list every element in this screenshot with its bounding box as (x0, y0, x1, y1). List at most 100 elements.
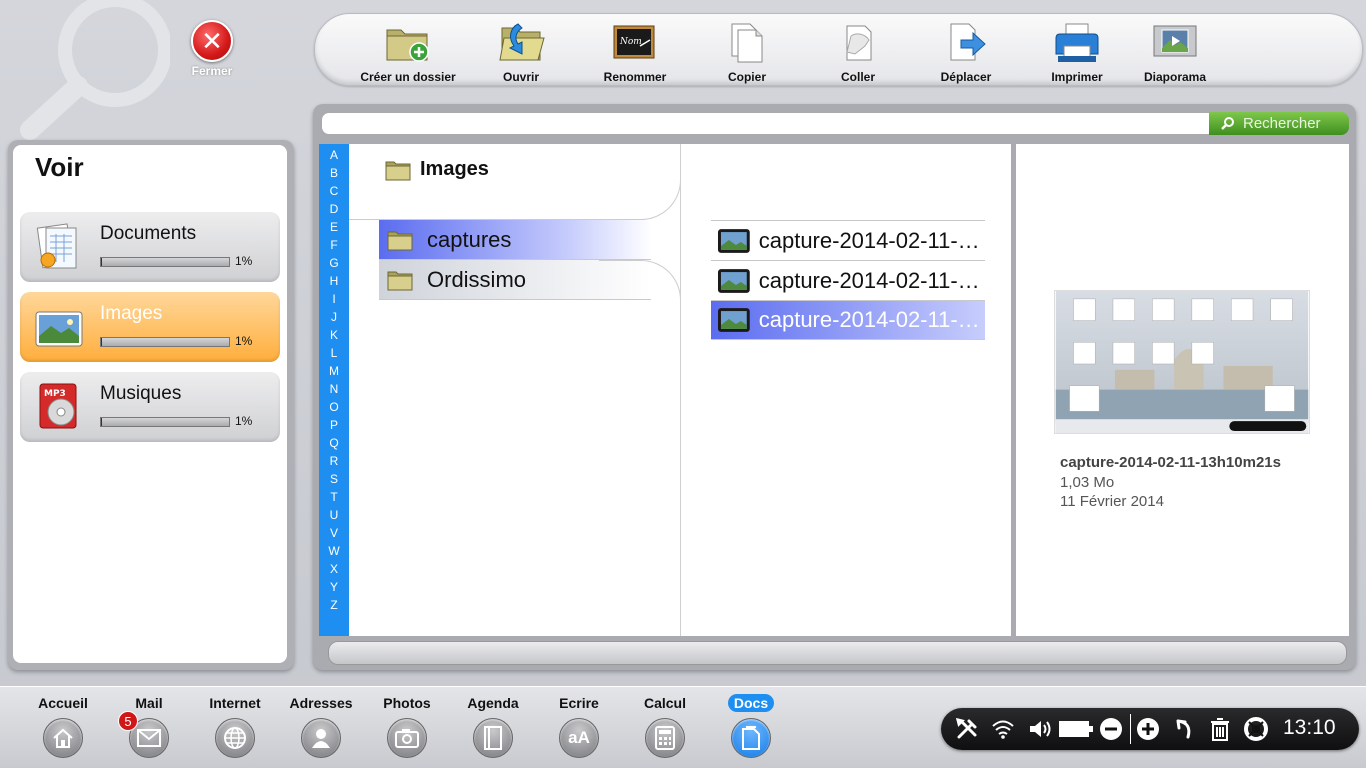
category-documents[interactable]: Documents 1% (20, 212, 280, 282)
file-row[interactable]: capture-2014-02-11-13h10m12s (711, 260, 985, 300)
alphabet-letter-a[interactable]: A (319, 146, 349, 164)
slideshow-button[interactable]: Diaporama (1115, 20, 1235, 84)
tools-icon[interactable] (955, 717, 979, 741)
wifi-icon[interactable] (991, 717, 1015, 741)
help-lifebuoy-icon[interactable] (1244, 717, 1268, 741)
app-agenda[interactable]: Agenda (450, 695, 536, 758)
category-music-percent: 1% (235, 414, 253, 428)
alphabet-letter-e[interactable]: E (319, 218, 349, 236)
move-button[interactable]: Déplacer (906, 20, 1026, 84)
rename-button[interactable]: Nom Renommer (575, 20, 695, 84)
file-row-selected[interactable]: capture-2014-02-11-13h10m21s (711, 300, 985, 340)
folder-icon (385, 161, 411, 180)
alphabet-letter-s[interactable]: S (319, 470, 349, 488)
alphabet-letter-j[interactable]: J (319, 308, 349, 326)
rename-slate-icon: Nom (613, 25, 655, 59)
alphabet-letter-x[interactable]: X (319, 560, 349, 578)
docs-icon (731, 718, 771, 758)
zoom-in-icon[interactable] (1136, 717, 1160, 741)
app-ecrire[interactable]: Ecrire aA (536, 695, 622, 758)
alphabet-letter-n[interactable]: N (319, 380, 349, 398)
search-input[interactable] (321, 112, 1210, 135)
alphabet-letter-u[interactable]: U (319, 506, 349, 524)
image-file-icon (717, 268, 750, 293)
mail-icon: 5 (118, 711, 169, 758)
app-photos[interactable]: Photos (364, 695, 450, 758)
alphabet-letter-w[interactable]: W (319, 542, 349, 560)
folder-columns: Images captures Ordissimo capture-2014-0… (349, 144, 1011, 636)
alphabet-letter-k[interactable]: K (319, 326, 349, 344)
alphabet-letter-r[interactable]: R (319, 452, 349, 470)
camera-icon (387, 718, 427, 758)
mail-unread-badge: 5 (118, 711, 138, 731)
file-preview-thumbnail[interactable] (1054, 290, 1310, 434)
contacts-icon (301, 718, 341, 758)
write-icon-text: aA (568, 728, 590, 747)
alphabet-letter-q[interactable]: Q (319, 434, 349, 452)
app-label: Adresses (289, 695, 353, 711)
app-label: Internet (209, 695, 261, 711)
toolbar: Créer un dossier Ouvrir Nom Renommer Cop… (314, 13, 1363, 86)
paste-icon (846, 25, 872, 61)
copy-label: Copier (727, 70, 766, 84)
alphabet-letter-m[interactable]: M (319, 362, 349, 380)
rename-label: Renommer (603, 70, 667, 84)
app-mail[interactable]: Mail 5 (106, 695, 192, 758)
folder-row-captures[interactable]: captures (379, 220, 651, 260)
app-internet[interactable]: Internet (192, 695, 278, 758)
open-button[interactable]: Ouvrir (461, 20, 581, 84)
undo-icon[interactable] (1172, 717, 1196, 741)
printer-icon (1055, 23, 1099, 62)
close-button[interactable]: ✕ Fermer (184, 20, 240, 78)
view-title: Voir (35, 152, 84, 182)
alphabet-letter-t[interactable]: T (319, 488, 349, 506)
calculator-icon (645, 718, 685, 758)
app-label: Photos (383, 695, 431, 711)
horizontal-scrollbar[interactable] (328, 641, 1347, 665)
alphabet-letter-h[interactable]: H (319, 272, 349, 290)
file-browser-panel: Rechercher ABCDEFGHIJKLMNOPQRSTUVWXYZ Im… (313, 104, 1356, 670)
category-images[interactable]: Images 1% (20, 292, 280, 362)
trash-icon[interactable] (1208, 717, 1232, 741)
parent-folder[interactable]: Images (385, 158, 489, 181)
folder-name: Ordissimo (427, 266, 527, 292)
folder-icon (387, 231, 413, 250)
alphabet-letter-b[interactable]: B (319, 164, 349, 182)
alphabet-letter-z[interactable]: Z (319, 596, 349, 614)
alphabet-letter-c[interactable]: C (319, 182, 349, 200)
zoom-out-icon[interactable] (1099, 717, 1123, 741)
new-folder-icon (386, 29, 429, 62)
app-adresses[interactable]: Adresses (278, 695, 364, 758)
copy-button[interactable]: Copier (687, 20, 807, 84)
alphabet-letter-d[interactable]: D (319, 200, 349, 218)
images-icon (35, 311, 83, 347)
app-docs[interactable]: Docs (708, 694, 794, 758)
app-accueil[interactable]: Accueil (20, 695, 106, 758)
app-label: Ecrire (559, 695, 599, 711)
alphabet-letter-y[interactable]: Y (319, 578, 349, 596)
category-images-label: Images (100, 303, 163, 324)
alphabet-letter-f[interactable]: F (319, 236, 349, 254)
app-calcul[interactable]: Calcul (622, 695, 708, 758)
alphabet-letter-g[interactable]: G (319, 254, 349, 272)
slideshow-label: Diaporama (1143, 70, 1207, 84)
alphabet-letter-l[interactable]: L (319, 344, 349, 362)
alphabet-letter-i[interactable]: I (319, 290, 349, 308)
folder-name: captures (427, 226, 512, 252)
search-button[interactable]: Rechercher (1209, 112, 1349, 135)
category-images-usage-bar (100, 337, 230, 347)
alphabet-letter-v[interactable]: V (319, 524, 349, 542)
alphabet-letter-o[interactable]: O (319, 398, 349, 416)
alphabet-letter-p[interactable]: P (319, 416, 349, 434)
background-magnifier-icon (20, 0, 170, 140)
file-row[interactable]: capture-2014-02-11-13h10m01s (711, 220, 985, 260)
create-folder-button[interactable]: Créer un dossier (348, 20, 468, 84)
category-music[interactable]: MP3 Musiques 1% (20, 372, 280, 442)
paste-button[interactable]: Coller (798, 20, 918, 84)
slideshow-icon (1153, 25, 1197, 57)
write-icon: aA (559, 718, 599, 758)
file-details-size: 1,03 Mo (1060, 474, 1115, 491)
volume-icon[interactable] (1027, 717, 1051, 741)
open-label: Ouvrir (502, 70, 539, 84)
close-label: Fermer (191, 64, 233, 78)
